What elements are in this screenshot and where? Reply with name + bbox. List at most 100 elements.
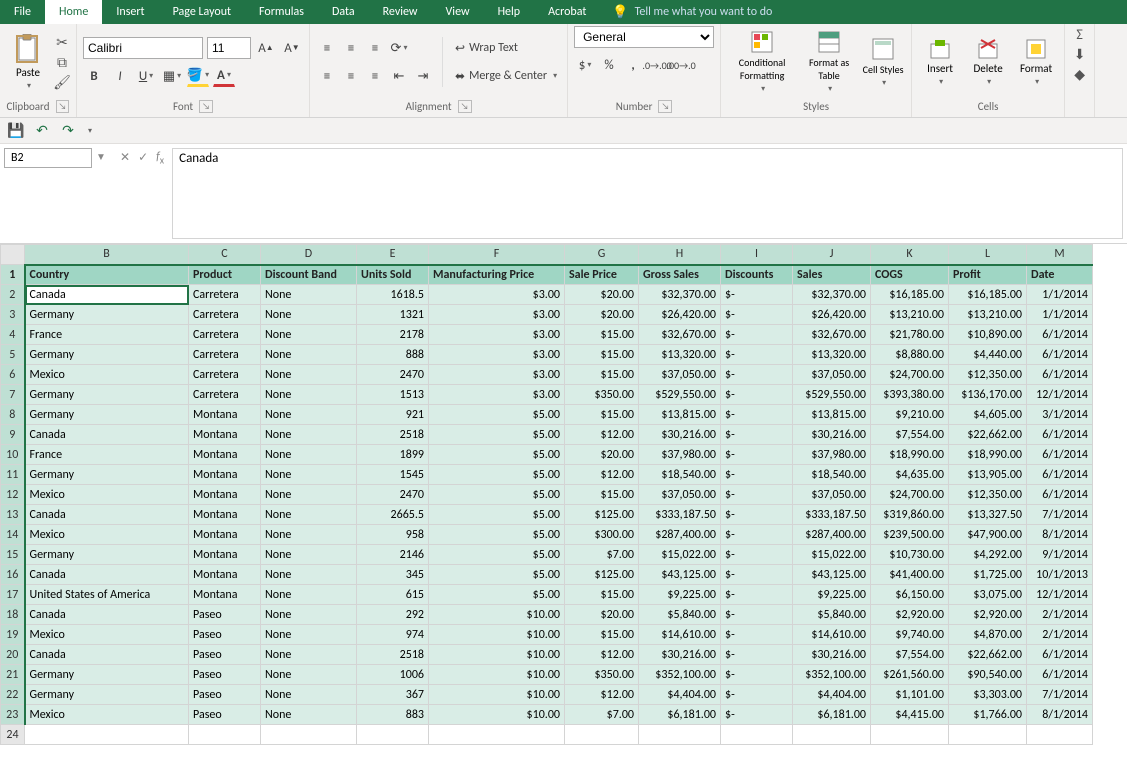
cell[interactable]: None [261, 565, 357, 585]
row-header-16[interactable]: 16 [1, 565, 25, 585]
cell[interactable]: Germany [25, 665, 189, 685]
cell[interactable]: $300.00 [565, 525, 639, 545]
cell[interactable]: $7,554.00 [871, 645, 949, 665]
row-header-11[interactable]: 11 [1, 465, 25, 485]
cell[interactable]: $3.00 [429, 305, 565, 325]
cell[interactable]: 6/1/2014 [1027, 345, 1093, 365]
row-header-18[interactable]: 18 [1, 605, 25, 625]
cell[interactable]: $529,550.00 [639, 385, 721, 405]
cell[interactable]: 12/1/2014 [1027, 585, 1093, 605]
cell[interactable]: $9,225.00 [793, 585, 871, 605]
cell[interactable]: None [261, 625, 357, 645]
cell[interactable]: $- [721, 385, 793, 405]
cell[interactable]: $16,185.00 [871, 285, 949, 305]
select-all-corner[interactable] [1, 245, 25, 265]
align-right-icon[interactable]: ≡ [364, 65, 386, 87]
cell[interactable]: 6/1/2014 [1027, 325, 1093, 345]
cell[interactable]: 958 [357, 525, 429, 545]
cell[interactable] [189, 725, 261, 745]
cell[interactable]: $- [721, 445, 793, 465]
cell[interactable]: $15.00 [565, 345, 639, 365]
cell[interactable]: Carretera [189, 325, 261, 345]
cell[interactable]: $37,980.00 [793, 445, 871, 465]
clear-icon[interactable]: ◆ [1072, 66, 1088, 82]
font-name-select[interactable] [83, 37, 203, 59]
enter-formula-icon[interactable]: ✓ [138, 150, 148, 165]
tab-insert[interactable]: Insert [102, 0, 158, 24]
border-button[interactable]: ▦▾ [161, 65, 183, 87]
cell[interactable]: $5.00 [429, 585, 565, 605]
cell[interactable]: $4,404.00 [793, 685, 871, 705]
row-header-10[interactable]: 10 [1, 445, 25, 465]
cell[interactable]: $37,050.00 [793, 365, 871, 385]
cell[interactable]: None [261, 345, 357, 365]
cell[interactable]: $15.00 [565, 485, 639, 505]
align-top-icon[interactable]: ≡ [316, 37, 338, 59]
cut-icon[interactable]: ✂ [54, 34, 70, 50]
fill-color-button[interactable]: 🪣▾ [187, 65, 209, 87]
cell[interactable]: $4,440.00 [949, 345, 1027, 365]
cell[interactable]: Montana [189, 545, 261, 565]
cell[interactable]: None [261, 505, 357, 525]
paste-button[interactable]: Paste▾ [6, 30, 50, 94]
cell[interactable]: $350.00 [565, 385, 639, 405]
cell[interactable]: None [261, 405, 357, 425]
row-header-17[interactable]: 17 [1, 585, 25, 605]
qat-customize[interactable]: ▾ [88, 126, 92, 136]
header-cell[interactable]: Discount Band [261, 265, 357, 285]
percent-format-icon[interactable]: % [598, 54, 620, 76]
cell[interactable]: $2,920.00 [871, 605, 949, 625]
cell[interactable]: None [261, 325, 357, 345]
cell[interactable]: $41,400.00 [871, 565, 949, 585]
cell[interactable]: $12.00 [565, 645, 639, 665]
cell[interactable]: $32,370.00 [639, 285, 721, 305]
cell[interactable]: $6,150.00 [871, 585, 949, 605]
cell[interactable]: Montana [189, 565, 261, 585]
insert-cells-button[interactable]: Insert▾ [918, 30, 962, 94]
col-header-L[interactable]: L [949, 245, 1027, 265]
cell[interactable]: Germany [25, 405, 189, 425]
cell[interactable]: $- [721, 465, 793, 485]
header-cell[interactable]: Units Sold [357, 265, 429, 285]
cell[interactable]: $4,635.00 [871, 465, 949, 485]
cell[interactable]: Germany [25, 305, 189, 325]
save-icon[interactable]: 💾 [8, 123, 24, 139]
cell[interactable]: $5.00 [429, 505, 565, 525]
row-header-9[interactable]: 9 [1, 425, 25, 445]
cell[interactable]: 2178 [357, 325, 429, 345]
cell[interactable]: $20.00 [565, 305, 639, 325]
cell[interactable]: 1006 [357, 665, 429, 685]
cell[interactable]: 292 [357, 605, 429, 625]
cell[interactable]: $21,780.00 [871, 325, 949, 345]
cell[interactable]: $3.00 [429, 345, 565, 365]
cell[interactable]: None [261, 685, 357, 705]
cell[interactable]: $- [721, 585, 793, 605]
cell[interactable]: Mexico [25, 365, 189, 385]
cell[interactable]: $22,662.00 [949, 645, 1027, 665]
header-cell[interactable]: Gross Sales [639, 265, 721, 285]
cell[interactable]: 615 [357, 585, 429, 605]
cell[interactable]: $13,210.00 [949, 305, 1027, 325]
tab-data[interactable]: Data [318, 0, 369, 24]
cell[interactable]: 9/1/2014 [1027, 545, 1093, 565]
cell[interactable]: $5.00 [429, 485, 565, 505]
cell[interactable]: $47,900.00 [949, 525, 1027, 545]
row-header-12[interactable]: 12 [1, 485, 25, 505]
cell[interactable]: $7,554.00 [871, 425, 949, 445]
row-header-14[interactable]: 14 [1, 525, 25, 545]
format-cells-button[interactable]: Format▾ [1014, 30, 1058, 94]
cell[interactable]: None [261, 305, 357, 325]
cell[interactable]: Paseo [189, 705, 261, 725]
header-cell[interactable]: Sales [793, 265, 871, 285]
cell[interactable]: $32,370.00 [793, 285, 871, 305]
font-color-button[interactable]: A▾ [213, 65, 235, 87]
cell[interactable]: None [261, 665, 357, 685]
accounting-format-icon[interactable]: $▾ [574, 54, 596, 76]
cell[interactable]: Paseo [189, 605, 261, 625]
name-box[interactable]: B2 [4, 148, 92, 168]
cell[interactable]: $32,670.00 [793, 325, 871, 345]
row-header-22[interactable]: 22 [1, 685, 25, 705]
cell[interactable]: 888 [357, 345, 429, 365]
header-cell[interactable]: Discounts [721, 265, 793, 285]
cell[interactable]: $24,700.00 [871, 485, 949, 505]
